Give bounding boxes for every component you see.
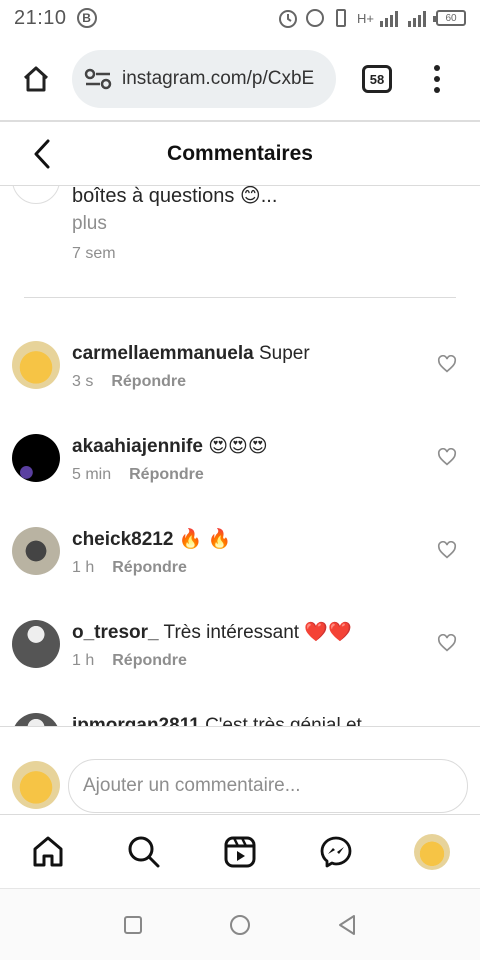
vibrate-icon <box>336 9 347 27</box>
caption-text: boîtes à questions 😊... <box>72 186 278 207</box>
browser-home-button[interactable] <box>14 57 58 101</box>
system-nav-bar <box>0 888 480 960</box>
current-user-avatar <box>12 761 60 809</box>
bottom-nav <box>0 814 480 888</box>
signal-icon <box>380 11 398 27</box>
divider <box>24 297 456 298</box>
comments-header: Commentaires <box>0 122 480 186</box>
b-badge-icon: B <box>76 8 97 28</box>
data-saver-icon <box>306 9 325 27</box>
avatar[interactable] <box>12 434 60 482</box>
nav-messenger-button[interactable] <box>316 832 356 872</box>
comment-time: 1 h <box>72 652 95 669</box>
recents-square-icon[interactable] <box>121 913 145 937</box>
caption-time: 7 sem <box>72 245 116 262</box>
nav-profile-button[interactable] <box>412 832 452 872</box>
reels-icon <box>224 836 256 867</box>
comment-username[interactable]: akaahiajennife <box>72 436 203 457</box>
reply-button[interactable]: Répondre <box>112 559 187 577</box>
heart-icon[interactable] <box>437 448 457 466</box>
reply-button[interactable]: Répondre <box>129 466 204 484</box>
avatar[interactable] <box>12 341 60 389</box>
comment-username[interactable]: cheick8212 <box>72 529 173 550</box>
more-menu-button[interactable] <box>430 65 444 93</box>
status-bar: 21:10 B H+ 60 <box>0 0 480 36</box>
tabs-button[interactable]: 58 <box>362 65 392 93</box>
nav-home-button[interactable] <box>28 832 68 872</box>
comment-item: o_tresor_ Très intéressant ❤️❤️ 1 h Répon… <box>0 620 480 700</box>
comment-item: cheick8212 🔥 🔥 1 h Répondre <box>0 527 480 607</box>
comments-list[interactable]: boîtes à questions 😊... plus 7 sem carme… <box>0 186 480 726</box>
battery-icon: 60 <box>433 10 466 26</box>
heart-icon[interactable] <box>437 634 457 652</box>
nav-reels-button[interactable] <box>220 832 260 872</box>
heart-icon[interactable] <box>437 541 457 559</box>
comment-username[interactable]: carmellaemmanuela <box>72 343 254 364</box>
profile-avatar <box>414 833 450 870</box>
browser-bar: instagram.com/p/CxbE 58 <box>0 44 480 114</box>
status-time: 21:10 <box>14 6 67 29</box>
back-triangle-icon[interactable] <box>335 913 359 937</box>
search-icon <box>128 836 160 867</box>
caption-more-link[interactable]: plus <box>72 213 277 235</box>
reply-button[interactable]: Répondre <box>111 373 186 391</box>
comment-item: carmellaemmanuela Super 3 s Répondre <box>0 341 480 421</box>
home-icon <box>23 66 49 92</box>
back-arrow-icon[interactable] <box>28 138 58 170</box>
network-type: H+ <box>357 10 374 26</box>
avatar[interactable] <box>12 620 60 668</box>
avatar[interactable] <box>12 527 60 575</box>
avatar[interactable] <box>12 713 60 726</box>
reply-button[interactable]: Répondre <box>112 652 187 670</box>
nav-search-button[interactable] <box>124 832 164 872</box>
messenger-icon <box>320 836 352 867</box>
comment-username[interactable]: jpmorgan2811 <box>72 715 200 726</box>
dot <box>434 76 440 82</box>
comment-item: jpmorgan2811 C'est très génial et <box>0 713 480 726</box>
comment-text: 🔥 🔥 <box>178 529 232 550</box>
url-text: instagram.com/p/CxbE <box>122 68 315 89</box>
signal-icon-2 <box>408 11 426 27</box>
comment-username[interactable]: o_tresor_ <box>72 622 159 643</box>
site-settings-icon <box>84 68 112 90</box>
post-author-avatar[interactable] <box>12 186 60 204</box>
comment-text: Super <box>258 343 310 364</box>
url-bar[interactable]: instagram.com/p/CxbE <box>72 50 336 108</box>
comment-input[interactable]: Ajouter un commentaire... <box>68 759 468 813</box>
comment-time: 1 h <box>72 559 95 576</box>
comment-text: 😍😍😍 <box>208 436 268 457</box>
status-icons: H+ 60 <box>277 7 466 29</box>
comment-time: 3 s <box>72 373 94 390</box>
comment-item: akaahiajennife 😍😍😍 5 min Répondre <box>0 434 480 514</box>
post-caption: boîtes à questions 😊... plus 7 sem <box>72 186 277 263</box>
dot <box>434 65 440 71</box>
heart-icon[interactable] <box>437 355 457 373</box>
home-circle-icon[interactable] <box>228 913 252 937</box>
alarm-icon <box>279 10 298 28</box>
home-icon <box>33 836 63 866</box>
dot <box>434 87 440 93</box>
page-title: Commentaires <box>167 141 313 165</box>
comment-text: C'est très génial et <box>205 715 362 726</box>
comment-time: 5 min <box>72 466 112 483</box>
add-comment-bar: Ajouter un commentaire... <box>0 726 480 814</box>
comment-text: Très intéressant ❤️❤️ <box>163 622 352 643</box>
